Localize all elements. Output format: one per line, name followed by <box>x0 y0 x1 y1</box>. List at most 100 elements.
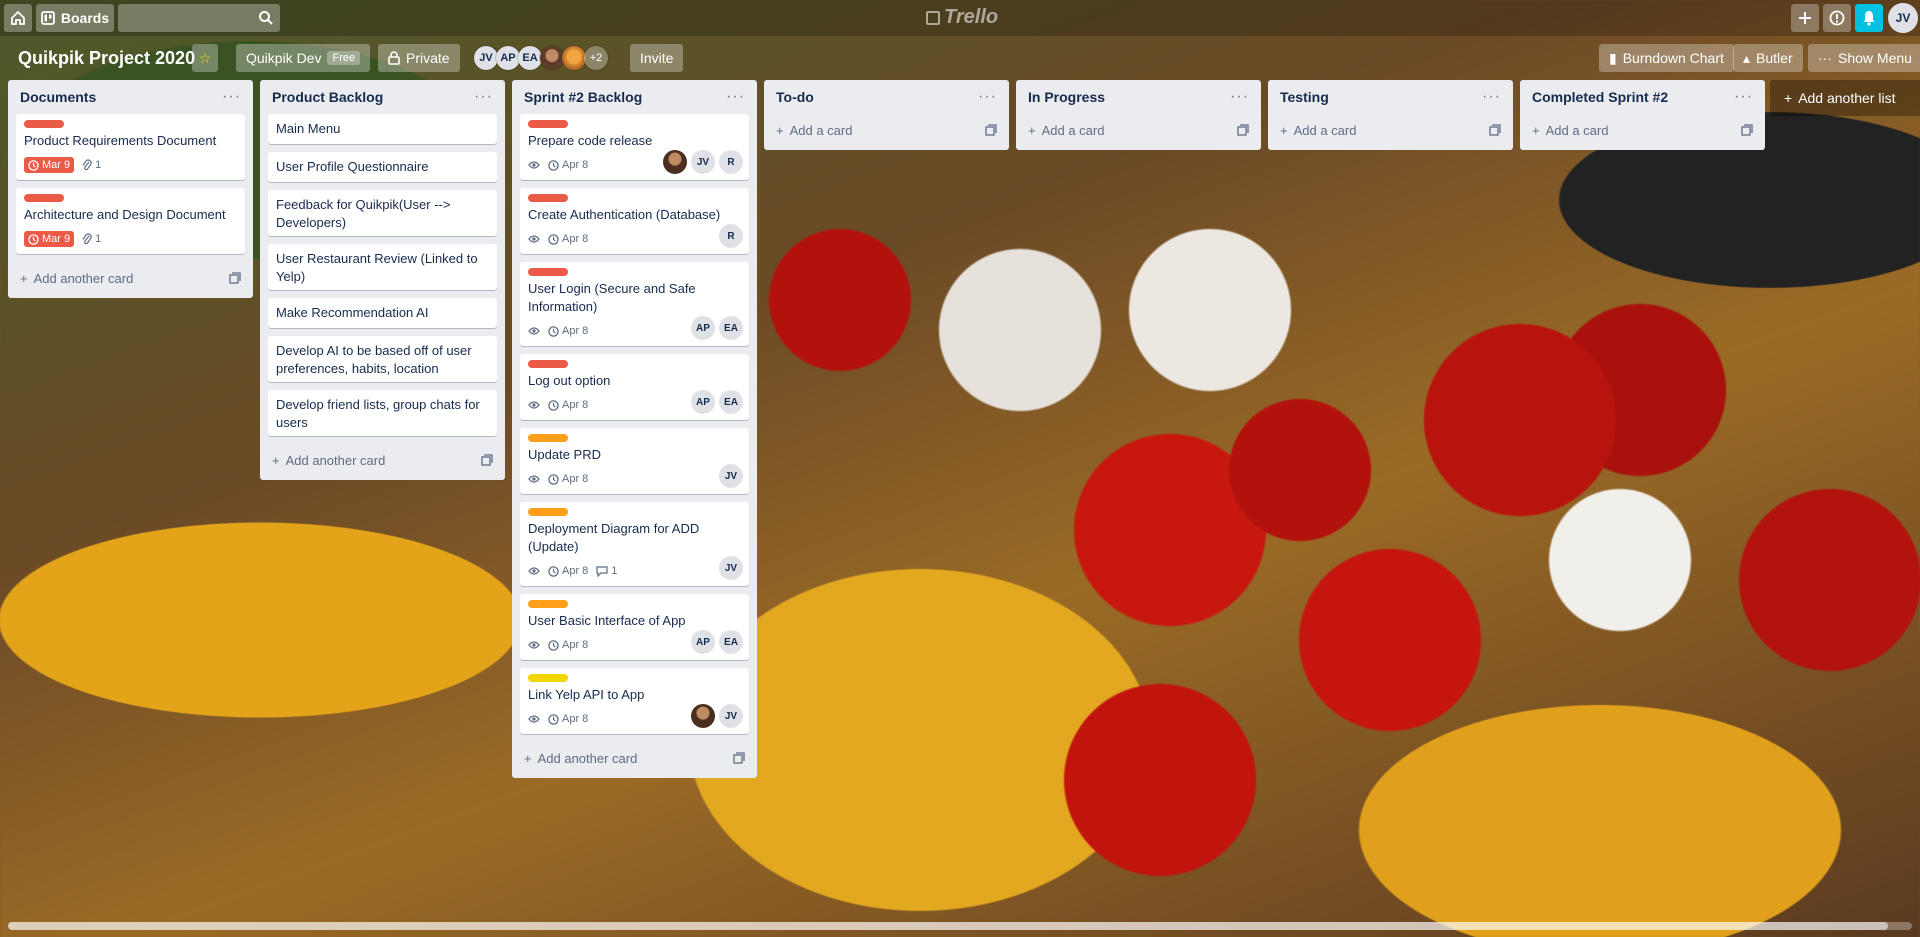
due-date-badge[interactable]: Apr 8 <box>548 159 588 171</box>
list-title[interactable]: In Progress <box>1028 89 1105 105</box>
member-avatar[interactable]: AP <box>691 316 715 340</box>
card-label[interactable] <box>528 268 568 276</box>
create-from-template-button[interactable] <box>1741 124 1753 136</box>
due-date-badge[interactable]: Apr 8 <box>548 565 588 577</box>
search-input[interactable] <box>118 4 280 32</box>
create-button[interactable] <box>1791 4 1819 32</box>
list-title[interactable]: Completed Sprint #2 <box>1532 89 1668 105</box>
create-from-template-button[interactable] <box>481 454 493 466</box>
list-menu-button[interactable]: ··· <box>1230 88 1249 106</box>
due-date-badge[interactable]: Apr 8 <box>548 399 588 411</box>
member-avatar[interactable]: EA <box>719 390 743 414</box>
due-date-badge[interactable]: Mar 9 <box>24 157 75 173</box>
butler-button[interactable]: ▴ Butler <box>1733 44 1803 72</box>
burndown-chart-button[interactable]: ▮ Burndown Chart <box>1599 44 1734 72</box>
list-title[interactable]: Documents <box>20 89 96 105</box>
home-button[interactable] <box>4 4 32 32</box>
member-avatar[interactable]: R <box>719 224 743 248</box>
create-from-template-button[interactable] <box>733 752 745 764</box>
due-date-badge[interactable]: Apr 8 <box>548 325 588 337</box>
member-avatar[interactable]: EA <box>719 630 743 654</box>
horizontal-scrollbar[interactable] <box>8 922 1912 930</box>
list-menu-button[interactable]: ··· <box>222 88 241 106</box>
add-another-card-button[interactable]: + Add another card <box>268 444 497 472</box>
list-menu-button[interactable]: ··· <box>1734 88 1753 106</box>
card-label[interactable] <box>528 194 568 202</box>
member-avatar[interactable]: JV <box>719 704 743 728</box>
board-title[interactable]: Quikpik Project 2020 <box>18 48 195 69</box>
star-board-button[interactable]: ☆ <box>192 44 218 72</box>
card[interactable]: Update PRD Apr 8 JV <box>520 428 749 494</box>
card[interactable]: Develop AI to be based off of user prefe… <box>268 336 497 382</box>
card-label[interactable] <box>528 600 568 608</box>
member-avatar[interactable]: EA <box>719 316 743 340</box>
card-label[interactable] <box>24 194 64 202</box>
add-card-button[interactable]: + Add a card <box>1528 114 1757 142</box>
visibility-button[interactable]: Private <box>378 44 460 72</box>
due-date-badge[interactable]: Apr 8 <box>548 639 588 651</box>
card[interactable]: Prepare code release Apr 8 JV R <box>520 114 749 180</box>
add-another-card-button[interactable]: + Add another card <box>520 742 749 770</box>
member-avatar[interactable]: JV <box>719 556 743 580</box>
list-title[interactable]: To-do <box>776 89 814 105</box>
card[interactable]: User Login (Secure and Safe Information)… <box>520 262 749 346</box>
card[interactable]: Main Menu <box>268 114 497 144</box>
add-card-button[interactable]: + Add a card <box>1276 114 1505 142</box>
member-avatar[interactable]: JV <box>719 464 743 488</box>
card-label[interactable] <box>528 508 568 516</box>
due-date-badge[interactable]: Apr 8 <box>548 473 588 485</box>
info-button[interactable] <box>1823 4 1851 32</box>
member-avatar[interactable]: AP <box>691 630 715 654</box>
trello-logo[interactable]: Trello <box>926 6 998 29</box>
card[interactable]: Product Requirements Document Mar 9 1 <box>16 114 245 180</box>
member-avatar-photo[interactable] <box>663 150 687 174</box>
scrollbar-thumb[interactable] <box>8 922 1888 930</box>
list-title[interactable]: Testing <box>1280 89 1329 105</box>
add-another-card-button[interactable]: + Add another card <box>16 262 245 290</box>
more-members-badge[interactable]: +2 <box>584 46 608 70</box>
member-avatar-photo[interactable] <box>540 46 564 70</box>
list-menu-button[interactable]: ··· <box>726 88 745 106</box>
user-avatar[interactable]: JV <box>1888 3 1918 33</box>
list-title[interactable]: Product Backlog <box>272 89 383 105</box>
card-label[interactable] <box>24 120 64 128</box>
member-avatar[interactable]: R <box>719 150 743 174</box>
create-from-template-button[interactable] <box>985 124 997 136</box>
card-label[interactable] <box>528 360 568 368</box>
add-card-button[interactable]: + Add a card <box>1024 114 1253 142</box>
add-another-list-button[interactable]: + Add another list <box>1770 80 1920 116</box>
boards-button[interactable]: Boards <box>36 4 114 32</box>
card[interactable]: Develop friend lists, group chats for us… <box>268 390 497 436</box>
list-title[interactable]: Sprint #2 Backlog <box>524 89 642 105</box>
member-avatar-photo[interactable] <box>691 704 715 728</box>
due-date-badge[interactable]: Apr 8 <box>548 713 588 725</box>
list-menu-button[interactable]: ··· <box>978 88 997 106</box>
member-avatar[interactable]: EA <box>518 46 542 70</box>
card[interactable]: User Profile Questionnaire <box>268 152 497 182</box>
list-menu-button[interactable]: ··· <box>1482 88 1501 106</box>
card[interactable]: Create Authentication (Database) Apr 8 R <box>520 188 749 254</box>
member-avatar[interactable]: JV <box>691 150 715 174</box>
create-from-template-button[interactable] <box>229 272 241 284</box>
create-from-template-button[interactable] <box>1489 124 1501 136</box>
member-avatar[interactable]: AP <box>496 46 520 70</box>
card-label[interactable] <box>528 434 568 442</box>
due-date-badge[interactable]: Mar 9 <box>24 231 75 247</box>
card[interactable]: Log out option Apr 8 AP EA <box>520 354 749 420</box>
card-label[interactable] <box>528 120 568 128</box>
show-menu-button[interactable]: ··· Show Menu <box>1808 44 1920 72</box>
member-avatar[interactable]: JV <box>474 46 498 70</box>
card[interactable]: Make Recommendation AI <box>268 298 497 328</box>
card-label[interactable] <box>528 674 568 682</box>
card[interactable]: Deployment Diagram for ADD (Update) Apr 8… <box>520 502 749 586</box>
add-card-button[interactable]: + Add a card <box>772 114 1001 142</box>
card[interactable]: User Basic Interface of App Apr 8 AP EA <box>520 594 749 660</box>
card[interactable]: Link Yelp API to App Apr 8 JV <box>520 668 749 734</box>
notifications-button[interactable] <box>1855 4 1883 32</box>
card[interactable]: Architecture and Design Document Mar 9 1 <box>16 188 245 254</box>
due-date-badge[interactable]: Apr 8 <box>548 233 588 245</box>
create-from-template-button[interactable] <box>1237 124 1249 136</box>
invite-button[interactable]: Invite <box>630 44 684 72</box>
member-avatar-photo[interactable] <box>562 46 586 70</box>
member-avatar[interactable]: AP <box>691 390 715 414</box>
